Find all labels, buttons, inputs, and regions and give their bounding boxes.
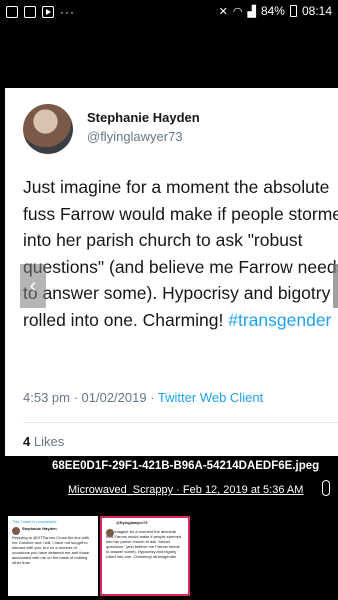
attachment-icon[interactable]	[322, 480, 330, 496]
thumbnail-header: This Tweet is unavailable	[12, 519, 57, 524]
thumbnail-text: Just imagine for a moment the absolute f…	[106, 529, 182, 559]
tweet-author-name: Stephanie Hayden	[87, 110, 200, 125]
play-icon	[42, 6, 54, 18]
clock: 08:14	[301, 4, 332, 18]
tweet-client: Twitter Web Client	[157, 390, 264, 405]
next-image-button[interactable]	[333, 264, 338, 308]
battery-icon	[289, 5, 297, 17]
tweet-text: Just imagine for a moment the absolute f…	[23, 174, 338, 333]
signal-icon: ▟	[247, 5, 256, 18]
notification-icons: ···	[6, 5, 75, 19]
tweet-likes: 4 Likes	[23, 434, 64, 449]
tweet-text-body: Just imagine for a moment the absolute f…	[23, 177, 338, 330]
image-icon	[6, 6, 18, 18]
thumbnail-1[interactable]: This Tweet is unavailable Stephanie Hayd…	[8, 516, 98, 596]
avatar	[23, 104, 73, 154]
thumbnail-name: @flyinglawyer73	[116, 520, 148, 525]
tweet-image[interactable]: Stephanie Hayden @flyinglawyer73 Just im…	[5, 88, 338, 456]
thumbnail-2-selected[interactable]: @flyinglawyer73 Just imagine for a momen…	[100, 516, 190, 596]
image-filename: 68EE0D1F-29F1-421B-B96A-54214DAEDF6E.jpe…	[52, 460, 320, 472]
thumbnail-avatar	[106, 529, 114, 537]
chevron-left-icon: ‹	[29, 274, 37, 297]
thumbnail-name: Stephanie Hayden	[22, 526, 57, 531]
status-bar: ··· ✕ ◠ ▟ 84% 08:14	[0, 0, 338, 24]
mute-icon: ✕	[218, 5, 228, 18]
wifi-icon: ◠	[232, 5, 243, 18]
more-notifications-icon: ···	[60, 5, 75, 19]
system-icons: ✕ ◠ ▟ 84% 08:14	[219, 4, 332, 18]
likes-label: Likes	[33, 434, 65, 449]
previous-image-button[interactable]: ‹	[20, 264, 46, 308]
divider	[23, 422, 338, 423]
tweet-hashtag: #transgender	[228, 309, 332, 330]
tweet-timestamp: 4:53 pm · 01/02/2019 ·	[23, 390, 158, 405]
thumbnail-text: Replying to @OTFarrow Cross the line wit…	[12, 535, 90, 565]
likes-count: 4	[23, 434, 31, 449]
tweet-meta: 4:53 pm · 01/02/2019 · Twitter Web Clien…	[23, 390, 263, 405]
message-icon	[24, 6, 36, 18]
thumbnail-avatar	[12, 527, 20, 535]
tweet-author-handle: @flyinglawyer73	[87, 129, 183, 144]
battery-percent: 84%	[260, 4, 285, 18]
image-byline-link[interactable]: Microwaved_Scrappy · Feb 12, 2019 at 5:3…	[68, 484, 303, 496]
